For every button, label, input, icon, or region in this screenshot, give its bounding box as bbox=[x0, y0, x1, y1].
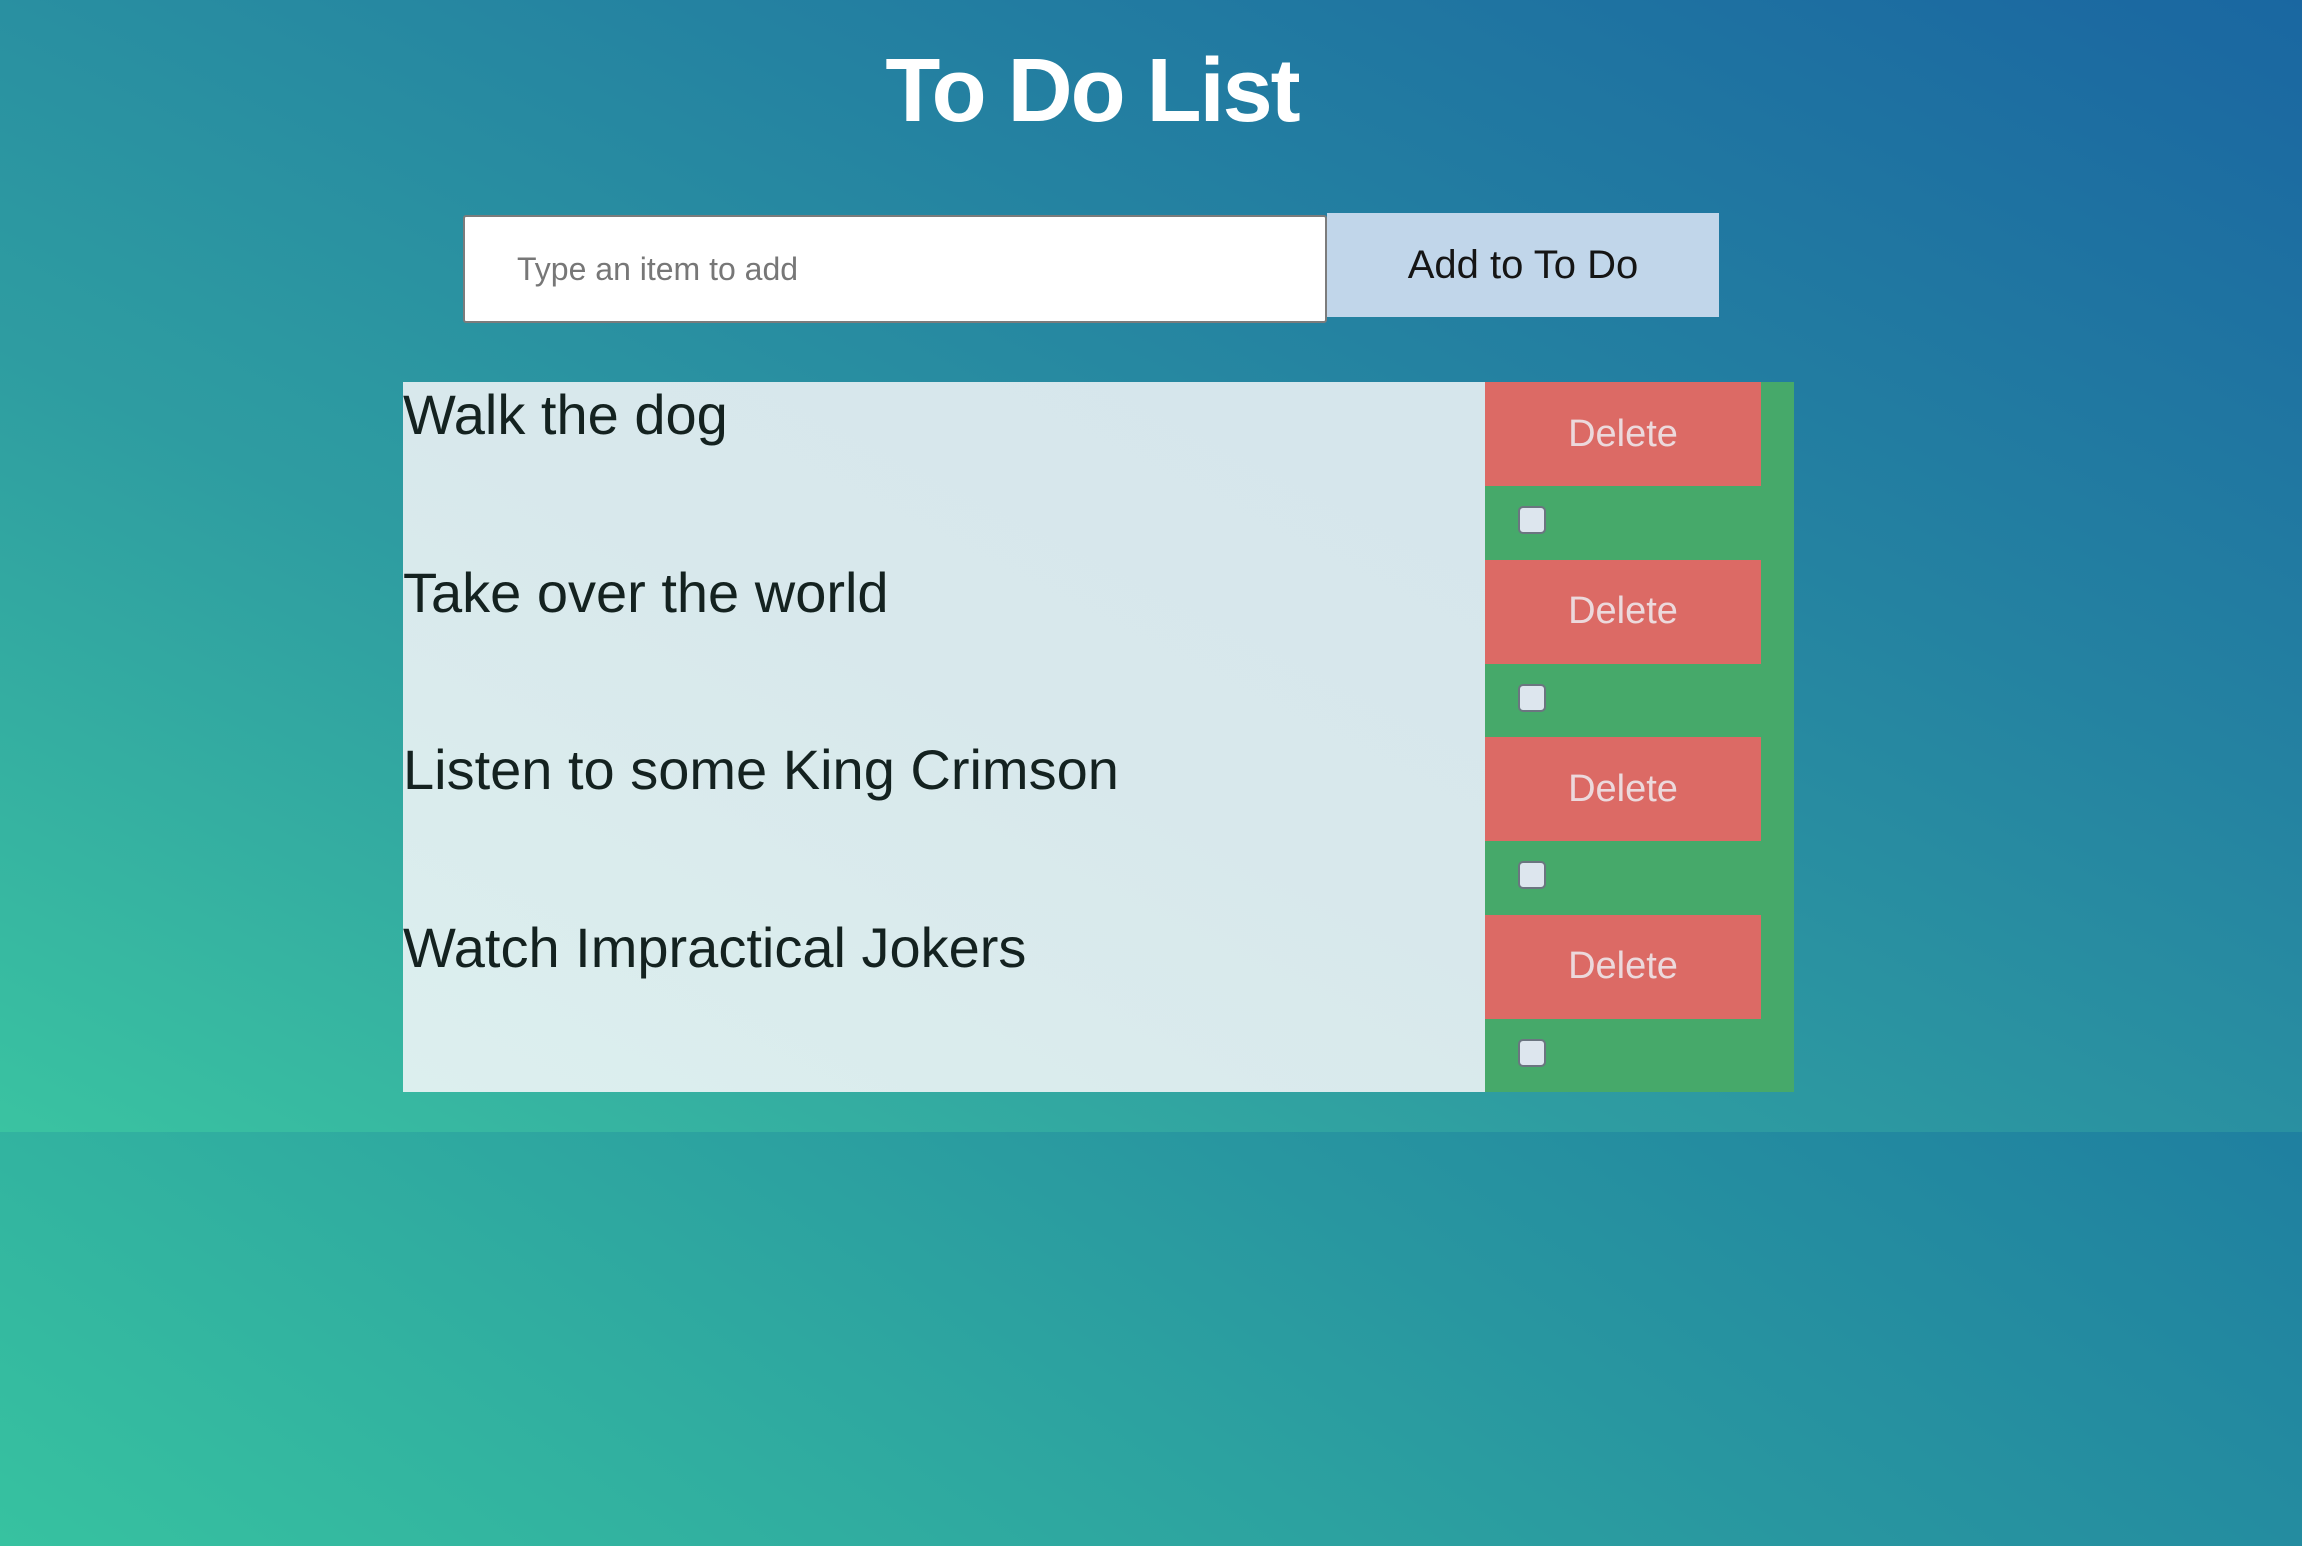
app-container: To Do List Add to To Do Walk the dog Del… bbox=[0, 0, 2302, 1132]
delete-button[interactable]: Delete bbox=[1485, 559, 1761, 664]
done-checkbox[interactable] bbox=[1518, 506, 1546, 534]
done-checkbox[interactable] bbox=[1518, 861, 1546, 889]
add-todo-form: Add to To Do bbox=[463, 213, 1719, 323]
done-checkbox[interactable] bbox=[1518, 1038, 1546, 1067]
delete-button[interactable]: Delete bbox=[1485, 914, 1761, 1019]
page-title: To Do List bbox=[885, 41, 1300, 141]
todo-item: Walk the dog Delete bbox=[403, 382, 1794, 560]
done-checkbox[interactable] bbox=[1518, 683, 1546, 712]
todo-item-text: Walk the dog bbox=[403, 383, 728, 446]
new-todo-input[interactable] bbox=[463, 215, 1327, 323]
todo-item-text: Listen to some King Crimson bbox=[403, 738, 1119, 801]
todo-item-text: Watch Impractical Jokers bbox=[403, 915, 1027, 979]
todo-item-text: Take over the world bbox=[403, 560, 889, 624]
todo-item: Take over the world Delete bbox=[403, 559, 1794, 738]
delete-button[interactable]: Delete bbox=[1485, 737, 1761, 841]
todo-list: Walk the dog Delete Take over the world … bbox=[403, 382, 1794, 1092]
todo-item: Listen to some King Crimson Delete bbox=[403, 737, 1794, 915]
add-to-todo-button[interactable]: Add to To Do bbox=[1327, 213, 1719, 317]
todo-item: Watch Impractical Jokers Delete bbox=[403, 914, 1794, 1093]
delete-button[interactable]: Delete bbox=[1485, 382, 1761, 486]
